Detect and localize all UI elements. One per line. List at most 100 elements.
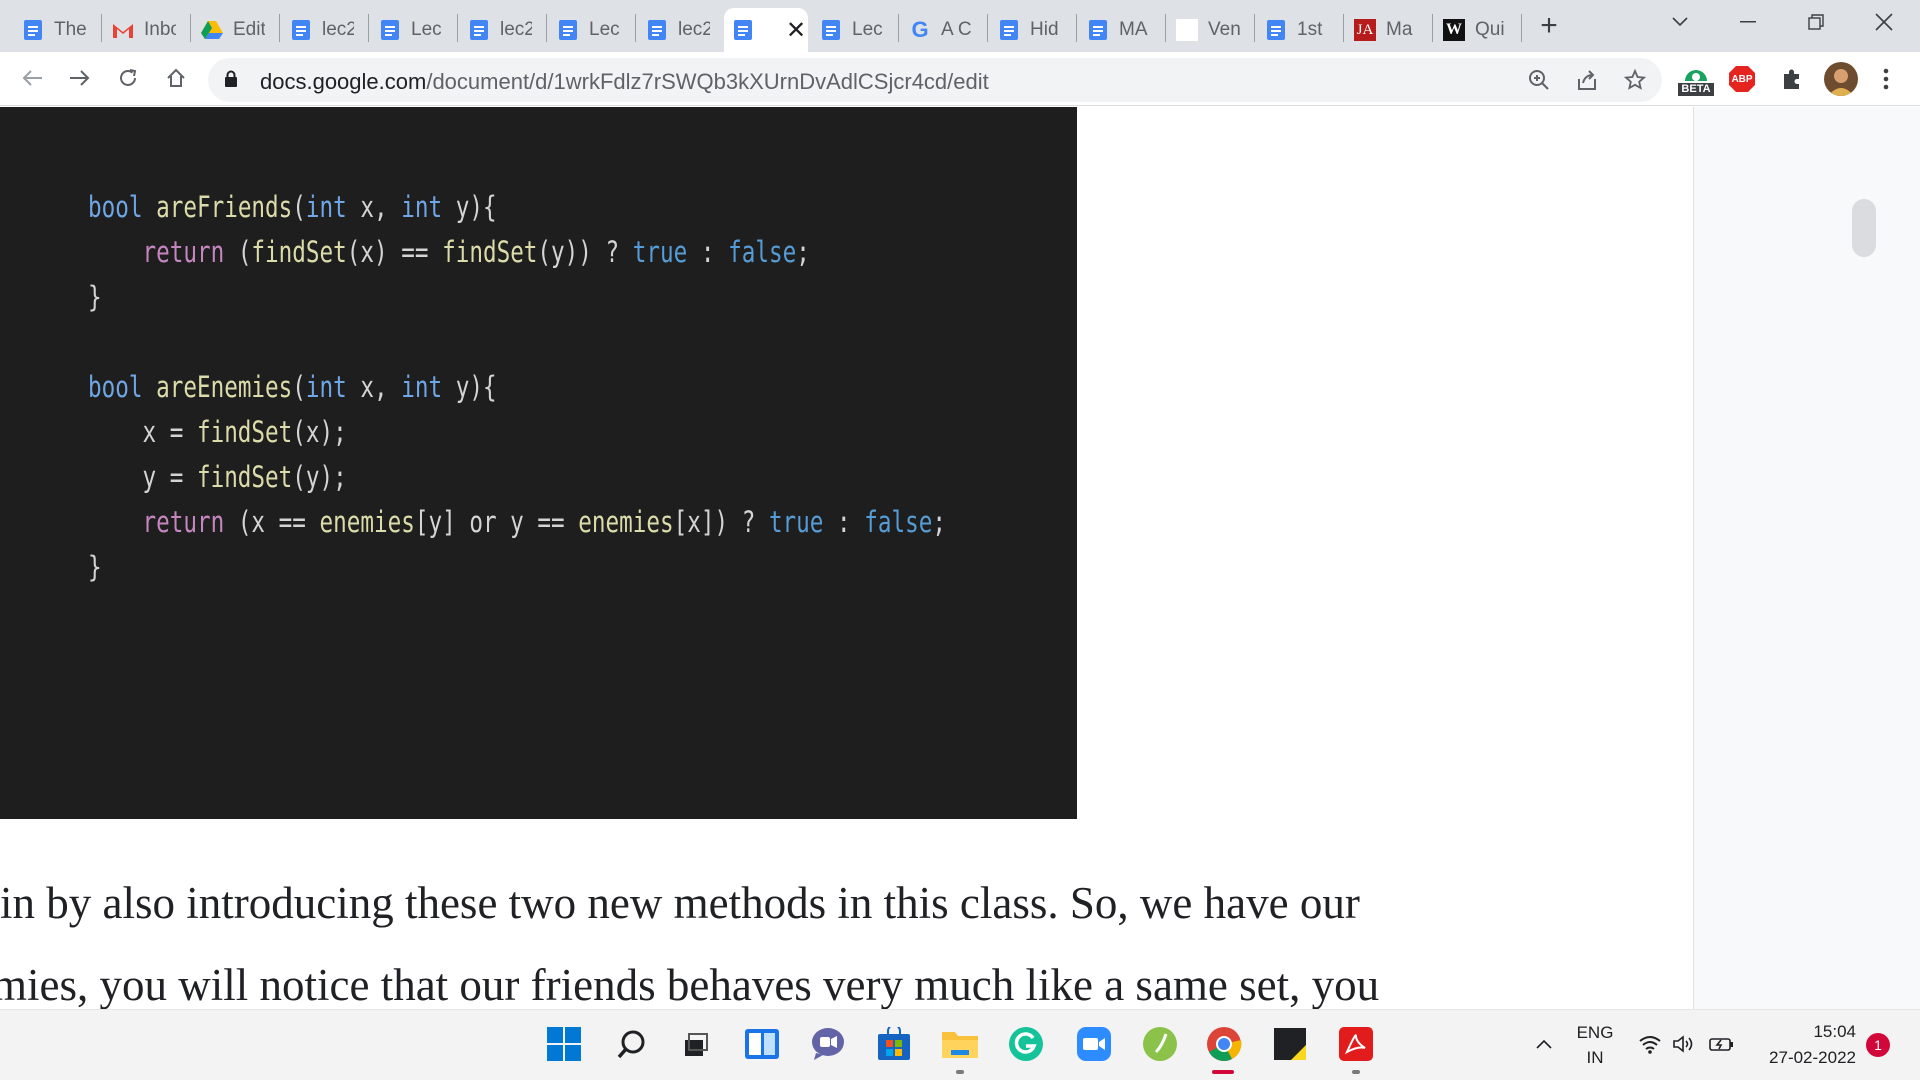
tab-title: 1st	[1297, 19, 1323, 40]
tab-title: lec2	[500, 19, 532, 40]
green-app-icon[interactable]	[1140, 1024, 1180, 1064]
task-view-icon[interactable]	[676, 1024, 716, 1064]
tab-strip: The Inbo Edit lec2 Lec lec2 Lec lec2 ✕ L…	[0, 0, 1920, 52]
url-path: /document/d/1wrkFdlz7rSWQb3kXUrnDvAdlCSj…	[426, 69, 989, 94]
tab-title: Lec	[589, 19, 620, 40]
code-line: }	[88, 550, 102, 584]
tab-docs-lec2-b[interactable]: lec2	[460, 8, 544, 52]
home-button[interactable]	[158, 60, 194, 96]
notification-badge[interactable]: 1	[1866, 1033, 1890, 1057]
tab-drive[interactable]: Edit	[193, 8, 277, 52]
chrome-menu-icon[interactable]	[1876, 64, 1896, 94]
adblock-plus-icon[interactable]: ABP	[1728, 65, 1756, 93]
sticky-notes-icon[interactable]	[1270, 1024, 1310, 1064]
search-icon[interactable]	[612, 1024, 652, 1064]
reload-button[interactable]	[110, 60, 146, 96]
url-text[interactable]: docs.google.com/document/d/1wrkFdlz7rSWQ…	[260, 69, 989, 95]
close-window-button[interactable]	[1854, 4, 1914, 40]
chrome-icon[interactable]	[1204, 1024, 1244, 1064]
battery-icon[interactable]	[1702, 1024, 1742, 1064]
address-bar[interactable]: docs.google.com/document/d/1wrkFdlz7rSWQ…	[208, 58, 1662, 102]
docs-icon	[22, 19, 44, 41]
tab-title: Hid	[1030, 19, 1059, 40]
clock-time[interactable]: 15:04	[1750, 1022, 1856, 1042]
code-screenshot-image[interactable]: bool areFriends(int x, int y){ return (f…	[0, 107, 1077, 819]
new-tab-button[interactable]: +	[1536, 8, 1562, 44]
close-tab-icon[interactable]: ✕	[786, 16, 806, 45]
start-windows-icon[interactable]	[544, 1024, 584, 1064]
tab-separator	[1165, 14, 1166, 42]
w-icon: W	[1443, 19, 1465, 41]
show-hidden-icons-icon[interactable]	[1524, 1024, 1564, 1064]
back-button[interactable]	[14, 60, 50, 96]
tab-separator	[368, 14, 369, 42]
running-indicator	[956, 1070, 964, 1074]
tab-separator	[635, 14, 636, 42]
zoom-icon[interactable]	[1526, 67, 1552, 93]
docs-icon	[1087, 19, 1109, 41]
docs-icon	[557, 19, 579, 41]
file-explorer-icon[interactable]	[940, 1024, 980, 1064]
teams-chat-icon[interactable]	[808, 1024, 848, 1064]
tab-docs-lec2-c[interactable]: lec2	[638, 8, 722, 52]
tab-docs-lec2-a[interactable]: lec2	[282, 8, 366, 52]
zoom-meetings-icon[interactable]	[1074, 1024, 1114, 1064]
tab-separator	[546, 14, 547, 42]
tab-docs-the[interactable]: The	[14, 8, 98, 52]
restore-button[interactable]	[1786, 4, 1846, 40]
profile-avatar[interactable]	[1824, 62, 1858, 96]
tab-gmail[interactable]: Inbo	[104, 8, 188, 52]
language-indicator-top[interactable]: ENG	[1570, 1023, 1620, 1043]
tab-ja[interactable]: JA Ma	[1346, 8, 1430, 52]
forward-button[interactable]	[62, 60, 98, 96]
tab-separator	[987, 14, 988, 42]
scrollbar-thumb[interactable]	[1852, 199, 1876, 257]
tab-separator	[898, 14, 899, 42]
document-text-line[interactable]: mies, you will notice that our friends b…	[0, 959, 1379, 1009]
tab-separator	[190, 14, 191, 42]
grammarly-icon[interactable]	[1006, 1024, 1046, 1064]
windows-taskbar: ENG IN 15:04 27-02-2022	[0, 1009, 1920, 1080]
beta-extension-icon[interactable]: BETA	[1676, 58, 1716, 102]
tab-separator	[1343, 14, 1344, 42]
tab-title: lec2	[322, 19, 354, 40]
clock-date[interactable]: 27-02-2022	[1750, 1048, 1856, 1068]
microsoft-store-icon[interactable]	[874, 1024, 914, 1064]
tab-w[interactable]: W Qui	[1435, 8, 1519, 52]
tab-google[interactable]: G A C	[901, 8, 985, 52]
document-canvas[interactable]: bool areFriends(int x, int y){ return (f…	[0, 107, 1920, 1009]
tab-search-button[interactable]	[1650, 4, 1710, 40]
widgets-icon[interactable]	[742, 1024, 782, 1064]
language-indicator-bottom[interactable]: IN	[1570, 1048, 1620, 1068]
tab-title: Lec	[852, 19, 883, 40]
tab-title: A C	[941, 19, 972, 40]
tab-docs-ma[interactable]: MA	[1079, 8, 1163, 52]
tab-docs-lec-b[interactable]: Lec	[549, 8, 633, 52]
minimize-button[interactable]	[1718, 4, 1778, 40]
scrollbar-track[interactable]	[1693, 107, 1920, 1009]
tab-ven[interactable]: Ven	[1168, 8, 1252, 52]
tab-docs-lec-a[interactable]: Lec	[371, 8, 455, 52]
tab-title: lec2	[678, 19, 710, 40]
drive-icon	[201, 19, 223, 41]
tab-title: MA	[1119, 19, 1148, 40]
browser-toolbar: docs.google.com/document/d/1wrkFdlz7rSWQ…	[0, 52, 1920, 106]
code-line: }	[88, 280, 102, 314]
extensions-puzzle-icon[interactable]	[1778, 65, 1806, 93]
lock-icon[interactable]	[224, 70, 238, 93]
share-icon[interactable]	[1574, 67, 1600, 93]
document-text-line[interactable]: in by also introducing these two new met…	[0, 877, 1360, 929]
volume-icon[interactable]	[1664, 1024, 1704, 1064]
tab-docs-lec-c[interactable]: Lec	[812, 8, 896, 52]
docs-icon	[468, 19, 490, 41]
docs-icon	[646, 19, 668, 41]
tab-title: Edit	[233, 19, 265, 40]
tab-active[interactable]: ✕	[724, 8, 808, 52]
bookmark-star-icon[interactable]	[1622, 67, 1648, 93]
tab-docs-hid[interactable]: Hid	[990, 8, 1074, 52]
tab-docs-1st[interactable]: 1st	[1257, 8, 1341, 52]
docs-icon	[290, 19, 312, 41]
code-line: x = findSet(x);	[88, 415, 347, 449]
acrobat-reader-icon[interactable]	[1336, 1024, 1376, 1064]
tab-title: The	[54, 19, 86, 40]
